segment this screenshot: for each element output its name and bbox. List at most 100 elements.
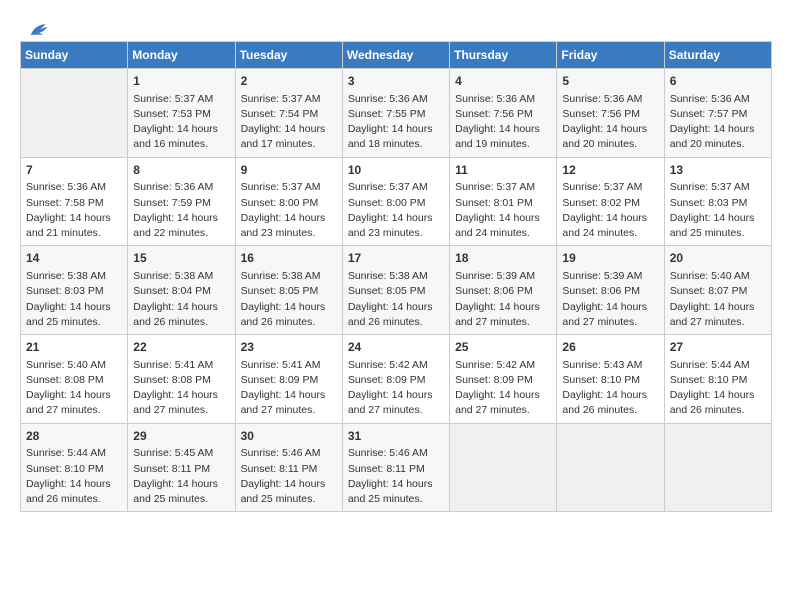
day-info: Sunrise: 5:36 AM Sunset: 7:58 PM Dayligh…: [26, 180, 122, 241]
day-number: 16: [241, 250, 337, 267]
day-number: 22: [133, 339, 229, 356]
week-row-3: 14Sunrise: 5:38 AM Sunset: 8:03 PM Dayli…: [21, 246, 772, 335]
weekday-header-sunday: Sunday: [21, 42, 128, 69]
calendar-cell: 16 Sunrise: 5:38 AM Sunset: 8:05 PM Dayli…: [235, 246, 342, 335]
day-info: Sunrise: 5:36 AM Sunset: 7:57 PM Dayligh…: [670, 92, 766, 153]
calendar-cell: 8Sunrise: 5:36 AM Sunset: 7:59 PM Daylig…: [128, 157, 235, 246]
day-number: 30: [241, 428, 337, 445]
day-info: Sunrise: 5:36 AM Sunset: 7:56 PM Dayligh…: [455, 92, 551, 153]
day-info: Sunrise: 5:41 AM Sunset: 8:09 PM Dayligh…: [241, 358, 337, 419]
day-info: Sunrise: 5:37 AM Sunset: 8:02 PM Dayligh…: [562, 180, 658, 241]
day-number: 20: [670, 250, 766, 267]
calendar-cell: 20 Sunrise: 5:40 AM Sunset: 8:07 PM Dayli…: [664, 246, 771, 335]
week-row-4: 21Sunrise: 5:40 AM Sunset: 8:08 PM Dayli…: [21, 335, 772, 424]
day-info: Sunrise: 5:36 AM Sunset: 7:55 PM Dayligh…: [348, 92, 444, 153]
day-info: Sunrise: 5:39 AM Sunset: 8:06 PM Dayligh…: [562, 269, 658, 330]
day-number: 18: [455, 250, 551, 267]
calendar-cell: 12Sunrise: 5:37 AM Sunset: 8:02 PM Dayli…: [557, 157, 664, 246]
day-info: Sunrise: 5:37 AM Sunset: 7:53 PM Dayligh…: [133, 92, 229, 153]
calendar-cell: 5 Sunrise: 5:36 AM Sunset: 7:56 PM Daylig…: [557, 69, 664, 158]
day-number: 23: [241, 339, 337, 356]
calendar-cell: 7Sunrise: 5:36 AM Sunset: 7:58 PM Daylig…: [21, 157, 128, 246]
calendar-cell: 4 Sunrise: 5:36 AM Sunset: 7:56 PM Daylig…: [450, 69, 557, 158]
day-info: Sunrise: 5:38 AM Sunset: 8:03 PM Dayligh…: [26, 269, 122, 330]
calendar-cell: [450, 423, 557, 512]
day-info: Sunrise: 5:46 AM Sunset: 8:11 PM Dayligh…: [348, 446, 444, 507]
weekday-header-tuesday: Tuesday: [235, 42, 342, 69]
calendar-cell: 11Sunrise: 5:37 AM Sunset: 8:01 PM Dayli…: [450, 157, 557, 246]
calendar-cell: 14Sunrise: 5:38 AM Sunset: 8:03 PM Dayli…: [21, 246, 128, 335]
day-info: Sunrise: 5:36 AM Sunset: 7:56 PM Dayligh…: [562, 92, 658, 153]
calendar-cell: 29Sunrise: 5:45 AM Sunset: 8:11 PM Dayli…: [128, 423, 235, 512]
calendar-cell: 23 Sunrise: 5:41 AM Sunset: 8:09 PM Dayli…: [235, 335, 342, 424]
logo: [25, 20, 49, 36]
day-number: 8: [133, 162, 229, 179]
day-info: Sunrise: 5:41 AM Sunset: 8:08 PM Dayligh…: [133, 358, 229, 419]
week-row-1: 1 Sunrise: 5:37 AM Sunset: 7:53 PM Daylig…: [21, 69, 772, 158]
day-number: 27: [670, 339, 766, 356]
calendar-cell: 31Sunrise: 5:46 AM Sunset: 8:11 PM Dayli…: [342, 423, 449, 512]
header: [10, 10, 782, 41]
calendar-cell: 18 Sunrise: 5:39 AM Sunset: 8:06 PM Dayli…: [450, 246, 557, 335]
day-number: 7: [26, 162, 122, 179]
day-number: 29: [133, 428, 229, 445]
day-number: 28: [26, 428, 122, 445]
calendar-cell: [664, 423, 771, 512]
day-number: 9: [241, 162, 337, 179]
calendar-cell: 6 Sunrise: 5:36 AM Sunset: 7:57 PM Daylig…: [664, 69, 771, 158]
day-number: 21: [26, 339, 122, 356]
calendar-cell: 24Sunrise: 5:42 AM Sunset: 8:09 PM Dayli…: [342, 335, 449, 424]
day-number: 1: [133, 73, 229, 90]
week-row-5: 28Sunrise: 5:44 AM Sunset: 8:10 PM Dayli…: [21, 423, 772, 512]
calendar-cell: 13Sunrise: 5:37 AM Sunset: 8:03 PM Dayli…: [664, 157, 771, 246]
day-info: Sunrise: 5:46 AM Sunset: 8:11 PM Dayligh…: [241, 446, 337, 507]
calendar-cell: 17Sunrise: 5:38 AM Sunset: 8:05 PM Dayli…: [342, 246, 449, 335]
day-info: Sunrise: 5:45 AM Sunset: 8:11 PM Dayligh…: [133, 446, 229, 507]
day-info: Sunrise: 5:39 AM Sunset: 8:06 PM Dayligh…: [455, 269, 551, 330]
day-number: 19: [562, 250, 658, 267]
day-info: Sunrise: 5:40 AM Sunset: 8:07 PM Dayligh…: [670, 269, 766, 330]
calendar-cell: 25Sunrise: 5:42 AM Sunset: 8:09 PM Dayli…: [450, 335, 557, 424]
calendar-cell: 1 Sunrise: 5:37 AM Sunset: 7:53 PM Daylig…: [128, 69, 235, 158]
day-number: 5: [562, 73, 658, 90]
day-info: Sunrise: 5:37 AM Sunset: 7:54 PM Dayligh…: [241, 92, 337, 153]
calendar-table: SundayMondayTuesdayWednesdayThursdayFrid…: [20, 41, 772, 512]
calendar-cell: 9Sunrise: 5:37 AM Sunset: 8:00 PM Daylig…: [235, 157, 342, 246]
calendar-cell: [557, 423, 664, 512]
day-number: 10: [348, 162, 444, 179]
day-info: Sunrise: 5:37 AM Sunset: 8:00 PM Dayligh…: [241, 180, 337, 241]
calendar-cell: 21Sunrise: 5:40 AM Sunset: 8:08 PM Dayli…: [21, 335, 128, 424]
day-info: Sunrise: 5:44 AM Sunset: 8:10 PM Dayligh…: [26, 446, 122, 507]
day-info: Sunrise: 5:44 AM Sunset: 8:10 PM Dayligh…: [670, 358, 766, 419]
calendar-cell: 19 Sunrise: 5:39 AM Sunset: 8:06 PM Dayli…: [557, 246, 664, 335]
day-number: 31: [348, 428, 444, 445]
day-number: 11: [455, 162, 551, 179]
day-number: 26: [562, 339, 658, 356]
day-number: 2: [241, 73, 337, 90]
calendar-cell: 10Sunrise: 5:37 AM Sunset: 8:00 PM Dayli…: [342, 157, 449, 246]
day-number: 25: [455, 339, 551, 356]
day-info: Sunrise: 5:38 AM Sunset: 8:04 PM Dayligh…: [133, 269, 229, 330]
day-info: Sunrise: 5:37 AM Sunset: 8:00 PM Dayligh…: [348, 180, 444, 241]
weekday-header-saturday: Saturday: [664, 42, 771, 69]
logo-bird-icon: [27, 20, 49, 42]
calendar-cell: 22 Sunrise: 5:41 AM Sunset: 8:08 PM Dayli…: [128, 335, 235, 424]
week-row-2: 7Sunrise: 5:36 AM Sunset: 7:58 PM Daylig…: [21, 157, 772, 246]
weekday-header-friday: Friday: [557, 42, 664, 69]
day-number: 12: [562, 162, 658, 179]
day-number: 15: [133, 250, 229, 267]
calendar-cell: 2 Sunrise: 5:37 AM Sunset: 7:54 PM Daylig…: [235, 69, 342, 158]
weekday-header-row: SundayMondayTuesdayWednesdayThursdayFrid…: [21, 42, 772, 69]
day-number: 6: [670, 73, 766, 90]
day-info: Sunrise: 5:42 AM Sunset: 8:09 PM Dayligh…: [348, 358, 444, 419]
day-number: 3: [348, 73, 444, 90]
day-number: 4: [455, 73, 551, 90]
day-number: 13: [670, 162, 766, 179]
calendar: SundayMondayTuesdayWednesdayThursdayFrid…: [10, 41, 782, 522]
calendar-cell: 28Sunrise: 5:44 AM Sunset: 8:10 PM Dayli…: [21, 423, 128, 512]
calendar-cell: 26Sunrise: 5:43 AM Sunset: 8:10 PM Dayli…: [557, 335, 664, 424]
calendar-cell: 15 Sunrise: 5:38 AM Sunset: 8:04 PM Dayli…: [128, 246, 235, 335]
weekday-header-monday: Monday: [128, 42, 235, 69]
day-info: Sunrise: 5:38 AM Sunset: 8:05 PM Dayligh…: [241, 269, 337, 330]
calendar-cell: 3 Sunrise: 5:36 AM Sunset: 7:55 PM Daylig…: [342, 69, 449, 158]
